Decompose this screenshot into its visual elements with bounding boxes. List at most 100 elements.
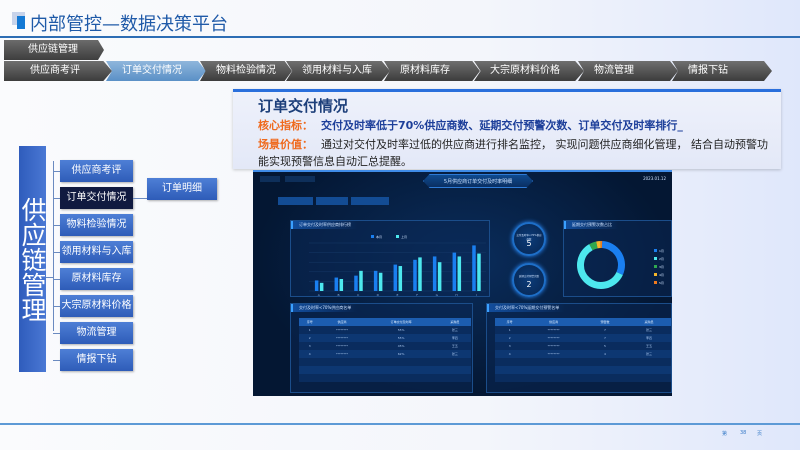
table2-title: 交付及时率<70%延期交付预警名单 (487, 304, 566, 312)
tree-node[interactable]: 物流管理 (60, 322, 133, 344)
donut-legend-swatch (654, 257, 657, 260)
tree-node[interactable]: 大宗原材料价格 (60, 295, 133, 317)
table-header: 采购员 (438, 318, 471, 326)
step-8[interactable]: 情报下钻 (672, 61, 772, 81)
tree-connector (133, 198, 147, 199)
kpi2-circle: 延期交付预警次数 2 (512, 263, 546, 297)
table-row-empty (299, 366, 471, 374)
step-4[interactable]: 领用材料与入库 (286, 61, 390, 81)
donut-legend-label: 3月 (659, 265, 664, 269)
x-tick: D (377, 293, 380, 297)
breadcrumb-root[interactable]: 供应链管理 (4, 40, 104, 60)
bar-E-上月 (398, 266, 403, 291)
table-cell: 李四 (626, 334, 671, 342)
bar-C-上月 (359, 270, 363, 291)
tree-node[interactable]: 订单交付情况 (60, 187, 133, 209)
tree-node[interactable]: 物料检验情况 (60, 214, 133, 236)
filter-month[interactable] (316, 197, 348, 205)
table-cell: ******** (320, 350, 364, 358)
tree-node[interactable]: 供应商考评 (60, 160, 133, 182)
table-cell: 5 (582, 342, 627, 350)
donut-slice-1月 (601, 241, 625, 275)
dashboard-screenshot: 5月供应商订单交付及时率明细 2023.01.12 订单交付及时率供应商排行榜 … (253, 170, 672, 396)
tree-connector (53, 306, 60, 307)
table-row[interactable]: 1 ******** 55% 张三 (299, 326, 471, 334)
tree-connector (53, 252, 60, 253)
table-row[interactable]: 2 ******** 7 李四 (495, 334, 671, 342)
tree-node[interactable]: 领用材料与入库 (60, 241, 133, 263)
table-cell: ******** (524, 326, 583, 334)
donut-panel: 延期交付预警次数占比 1月 2月 3月 4月 5月 (563, 220, 672, 297)
donut-legend-label: 5月 (659, 281, 664, 285)
table-cell: 张三 (438, 350, 471, 358)
table-row[interactable]: 2 ******** 55% 李四 (299, 334, 471, 342)
table-row[interactable]: 4 ******** 62% 张三 (299, 350, 471, 358)
table-cell: 1 (299, 326, 321, 334)
table-row-empty (495, 366, 671, 374)
footer-divider (0, 423, 800, 425)
filter-year[interactable] (278, 197, 313, 205)
tree-sub-node[interactable]: 订单明细 (147, 178, 217, 200)
donut-legend-swatch (654, 249, 657, 252)
table-cell: ******** (320, 326, 364, 334)
x-tick: G (436, 293, 439, 297)
table-row[interactable]: 1 ******** 7 张三 (495, 326, 671, 334)
donut-legend-label: 2月 (659, 257, 664, 261)
step-1[interactable]: 供应商考评 (4, 61, 112, 81)
step-2[interactable]: 订单交付情况 (106, 61, 206, 81)
bar-A-上月 (319, 282, 324, 291)
step-5[interactable]: 原材料库存 (384, 61, 480, 81)
table-row[interactable]: 3 ******** 5 王五 (495, 342, 671, 350)
table-cell: 张三 (438, 326, 471, 334)
bar-G-上月 (437, 262, 442, 291)
bar-chart: A B C D E F G H I 本月 上月 (309, 234, 486, 297)
tree-connector (46, 277, 53, 278)
x-tick: B (337, 293, 339, 297)
legend-label: 上月 (401, 234, 407, 239)
value-line: 场景价值： 通过对交付及时率过低的供应商进行排名监控， 实现问题供应商细化管理， … (258, 138, 768, 168)
tree-node[interactable]: 情报下钻 (60, 349, 133, 371)
table-row-empty (495, 358, 671, 366)
kpi-line: 核心指标： 交付及时率低于70%供应商数、延期交付预警次数、订单交付及时率排行_ (258, 119, 683, 132)
card-title: 订单交付情况 (258, 97, 349, 115)
table-cell: ******** (524, 334, 583, 342)
x-tick: E (397, 293, 399, 297)
table-cell: ******** (320, 342, 364, 350)
table-cell: 4 (299, 350, 321, 358)
donut-legend-label: 4月 (659, 273, 664, 277)
tree-connector (53, 171, 60, 172)
table-header: 预警数 (582, 318, 627, 326)
kpi2-value: 2 (526, 280, 532, 289)
table-cell: 张三 (626, 350, 671, 358)
step-3[interactable]: 物料检验情况 (200, 61, 292, 81)
table-row[interactable]: 3 ******** 45% 王五 (299, 342, 471, 350)
filter-supplier[interactable] (351, 197, 389, 205)
table-header: 订单交付及时率 (363, 318, 439, 326)
dashboard-title: 5月供应商订单交付及时率明细 (443, 179, 513, 185)
bar-D-上月 (378, 272, 383, 291)
bar-A-本月 (314, 280, 319, 291)
donut-legend-swatch (654, 273, 657, 276)
table-header: 采购员 (626, 318, 671, 326)
table-cell: 55% (363, 334, 439, 342)
donut-legend-swatch (654, 265, 657, 268)
table-row[interactable]: 4 ******** 4 张三 (495, 350, 671, 358)
table-cell: ******** (524, 342, 583, 350)
tree-root[interactable]: 供应链管理 (18, 146, 47, 372)
bar-I-上月 (477, 253, 481, 291)
tree-connector (53, 333, 60, 334)
legend-swatch (396, 235, 399, 238)
bar-G-本月 (432, 256, 437, 291)
table-row-empty (299, 374, 471, 382)
table-header: 序号 (299, 318, 321, 326)
table-cell: 45% (363, 342, 439, 350)
table-row-empty (299, 358, 471, 366)
table-cell: 7 (582, 334, 627, 342)
tree-node[interactable]: 原材料库存 (60, 268, 133, 290)
tree-connector (53, 279, 60, 280)
step-6[interactable]: 大宗原材料价格 (474, 61, 584, 81)
bar-H-本月 (452, 252, 457, 291)
donut-slice-3月 (589, 241, 598, 251)
bar-F-本月 (413, 259, 417, 291)
step-7[interactable]: 物流管理 (578, 61, 678, 81)
